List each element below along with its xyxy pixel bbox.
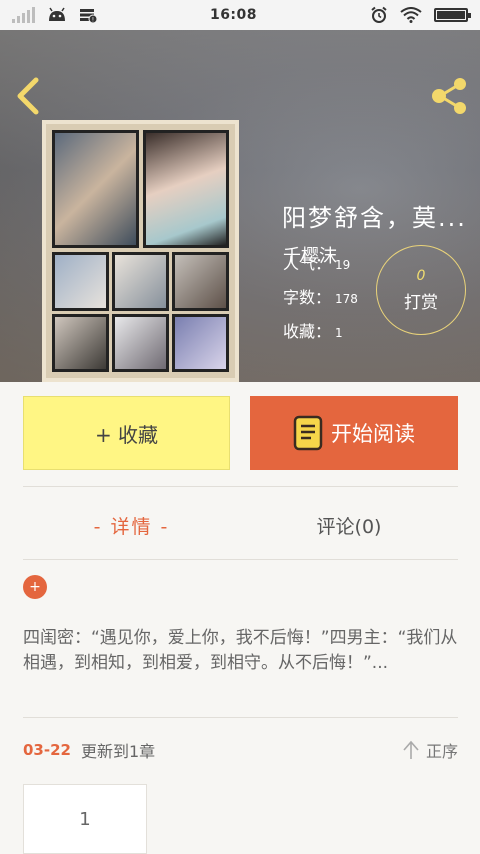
cover-photo (172, 313, 229, 372)
update-info: 03-22 更新到1章 正序 (23, 736, 458, 764)
cover-photo (112, 252, 169, 311)
stat-word-count: 字数： 178 (283, 284, 358, 308)
cover-photo (52, 252, 109, 311)
cover-photo (52, 313, 109, 372)
sort-order-label: 正序 (425, 742, 458, 761)
stat-value: 19 (335, 258, 351, 272)
start-reading-button[interactable]: 开始阅读 (250, 396, 458, 470)
status-time: 16:08 (209, 7, 258, 23)
signal-icon (12, 7, 35, 23)
storage-warning-icon: ! (80, 9, 97, 24)
collect-button[interactable]: + 收藏 (23, 396, 230, 470)
stat-favorites: 收藏： 1 (283, 318, 343, 342)
chapter-item[interactable]: 1 (23, 784, 147, 854)
tip-count: 0 (416, 268, 426, 284)
stat-value: 1 (335, 326, 343, 340)
divider (23, 486, 458, 487)
share-icon[interactable] (430, 74, 470, 118)
arrow-up-icon (403, 740, 419, 759)
back-arrow-icon[interactable] (14, 76, 44, 116)
update-text: 更新到1章 (80, 742, 156, 761)
tip-label: 打赏 (404, 293, 438, 313)
stat-popularity: 人气： 19 (283, 250, 350, 274)
cover-photo (142, 130, 229, 248)
book-cover (42, 120, 239, 382)
start-reading-label: 开始阅读 (331, 422, 415, 446)
android-icon (49, 7, 65, 21)
stat-label: 人气： (283, 254, 332, 273)
chapter-number: 1 (79, 808, 91, 830)
collect-label: + 收藏 (94, 422, 159, 447)
update-date: 03-22 (23, 741, 71, 759)
divider (23, 559, 458, 560)
sort-order-toggle[interactable]: 正序 (402, 738, 458, 762)
tab-details[interactable]: - 详情 - (23, 505, 240, 545)
svg-text:!: ! (92, 17, 94, 24)
expand-plus-icon[interactable]: + (23, 575, 47, 599)
status-bar: ! 16:08 (0, 0, 480, 30)
wifi-icon (400, 7, 422, 23)
cover-photo (172, 252, 229, 311)
book-header: 阳梦舒含，莫... 千樱沫 人气： 19 字数： 178 收藏： 1 0 打赏 (0, 30, 480, 382)
divider (23, 717, 458, 718)
book-icon (293, 415, 323, 451)
stat-label: 收藏： (283, 322, 332, 341)
cover-photo (112, 313, 169, 372)
cover-photo (52, 130, 139, 248)
stat-value: 178 (335, 292, 358, 306)
book-description: 四闺密：“遇见你，爱上你，我不后悔！”四男主：“我们从相遇，到相知，到相爱，到相… (23, 628, 458, 673)
alarm-icon (371, 6, 387, 23)
stat-label: 字数： (283, 288, 332, 307)
book-title: 阳梦舒含，莫... (282, 204, 467, 232)
tip-button[interactable]: 0 打赏 (376, 245, 466, 335)
tab-comments[interactable]: 评论(0) (240, 505, 458, 545)
battery-icon (433, 8, 471, 22)
